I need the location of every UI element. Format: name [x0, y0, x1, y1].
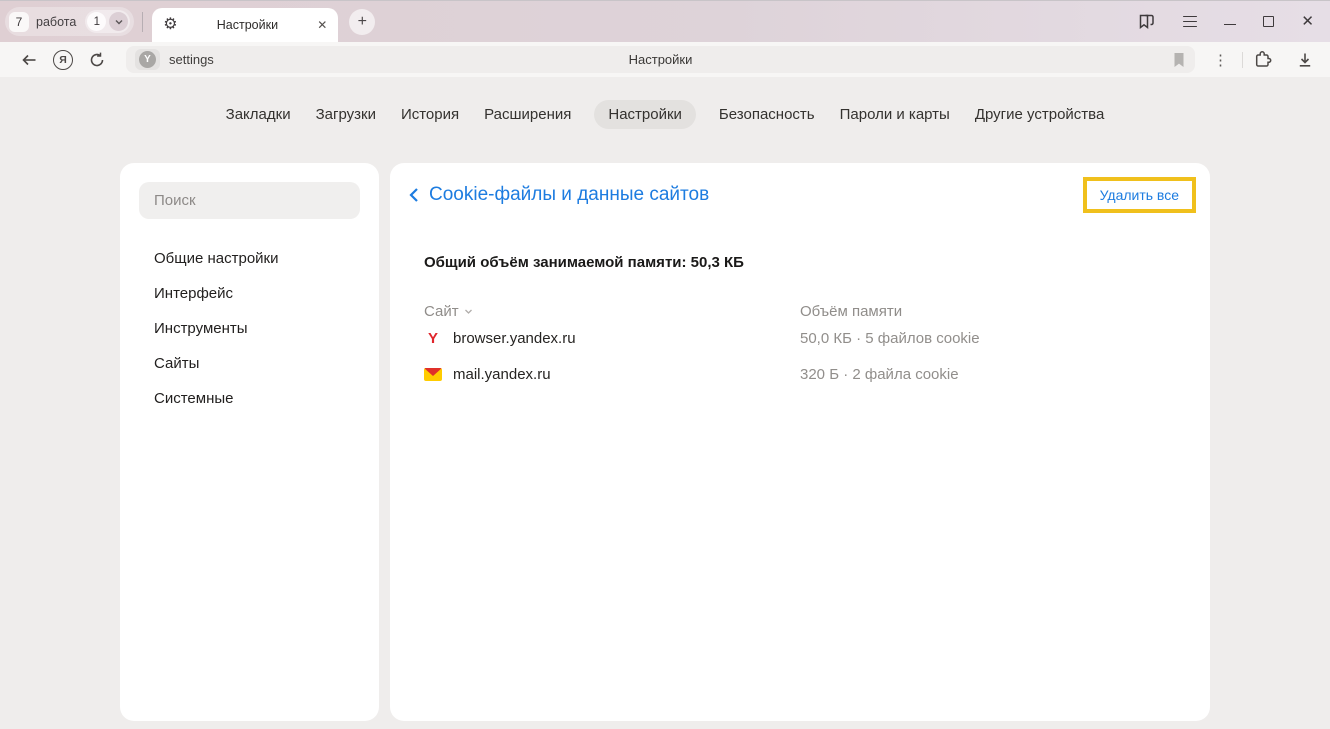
maximize-icon[interactable] — [1263, 16, 1274, 27]
nav-settings[interactable]: Настройки — [594, 100, 696, 129]
page-title-in-urlbar: Настройки — [126, 52, 1195, 67]
sidebar-item-system[interactable]: Системные — [120, 381, 379, 416]
back-icon[interactable] — [14, 51, 44, 69]
yandex-logo-icon[interactable]: Я — [53, 50, 73, 70]
site-identity-chip[interactable]: Y — [135, 49, 160, 70]
sidebar-item-tools[interactable]: Инструменты — [120, 311, 379, 346]
column-size: Объём памяти — [800, 303, 1176, 320]
bookmark-icon[interactable] — [1172, 52, 1186, 68]
delete-all-button[interactable]: Удалить все — [1083, 177, 1196, 213]
yandex-browser-favicon: Y — [424, 330, 442, 347]
tab-close-icon[interactable]: ✕ — [317, 18, 327, 32]
nav-passwords[interactable]: Пароли и карты — [838, 100, 952, 129]
menu-icon[interactable] — [1183, 16, 1197, 28]
cookies-panel: Cookie-файлы и данные сайтов Удалить все… — [390, 163, 1210, 721]
window-close-icon[interactable]: ✕ — [1301, 14, 1314, 29]
tab-group-count-badge: 1 — [87, 12, 106, 31]
search-input[interactable] — [139, 182, 360, 219]
settings-nav: Закладки Загрузки История Расширения Нас… — [0, 100, 1330, 129]
tab-group[interactable]: 7 работа 1 — [5, 7, 134, 36]
minimize-icon[interactable] — [1224, 24, 1236, 26]
chevron-down-icon[interactable] — [109, 12, 128, 31]
sidebar-item-interface[interactable]: Интерфейс — [120, 276, 379, 311]
site-size: 320 Б · 2 файла cookie — [800, 366, 1176, 383]
cookies-table: Сайт Объём памяти Y browser.yandex.ru 50… — [424, 303, 1176, 392]
downloads-icon[interactable] — [1296, 51, 1314, 69]
window-controls: ✕ — [1137, 12, 1314, 31]
column-site[interactable]: Сайт — [424, 303, 800, 320]
nav-history[interactable]: История — [399, 100, 461, 129]
tab-strip: 7 работа 1 ⚙ Настройки ✕ + — [0, 0, 1330, 42]
gear-icon: ⚙ — [163, 17, 177, 33]
total-memory-label: Общий объём занимаемой памяти: 50,3 КБ — [424, 254, 1210, 271]
tab-group-unread-badge: 7 — [9, 12, 29, 32]
nav-security[interactable]: Безопасность — [717, 100, 817, 129]
bookmarks-panel-icon[interactable] — [1137, 12, 1156, 31]
cookies-header: Cookie-файлы и данные сайтов Удалить все — [390, 163, 1210, 213]
nav-other-devices[interactable]: Другие устройства — [973, 100, 1106, 129]
site-favicon-icon: Y — [139, 51, 156, 68]
tab-title: Настройки — [178, 18, 318, 32]
address-bar[interactable]: Y settings Настройки — [126, 46, 1195, 73]
settings-sidebar: Общие настройки Интерфейс Инструменты Са… — [120, 163, 379, 721]
sidebar-list: Общие настройки Интерфейс Инструменты Са… — [120, 241, 379, 416]
toolbar: Я Y settings Настройки ⋮ — [0, 42, 1330, 77]
url-text[interactable]: settings — [169, 52, 214, 67]
table-header: Сайт Объём памяти — [424, 303, 1176, 320]
yandex-mail-favicon — [424, 368, 442, 381]
back-chevron-icon[interactable] — [408, 186, 420, 204]
sort-chevron-icon[interactable] — [464, 307, 473, 316]
settings-page: Закладки Загрузки История Расширения Нас… — [0, 77, 1330, 729]
sidebar-item-general[interactable]: Общие настройки — [120, 241, 379, 276]
toolbar-separator — [1242, 52, 1243, 68]
site-name: browser.yandex.ru — [453, 330, 576, 347]
tab-group-name: работа — [36, 15, 78, 29]
more-options-icon[interactable]: ⋮ — [1213, 51, 1228, 69]
reload-icon[interactable] — [82, 51, 112, 69]
tab-separator — [142, 12, 143, 32]
browser-window: 7 работа 1 ⚙ Настройки ✕ + — [0, 0, 1330, 729]
sidebar-item-sites[interactable]: Сайты — [120, 346, 379, 381]
nav-extensions[interactable]: Расширения — [482, 100, 573, 129]
site-name: mail.yandex.ru — [453, 366, 551, 383]
nav-downloads[interactable]: Загрузки — [314, 100, 378, 129]
table-row[interactable]: mail.yandex.ru 320 Б · 2 файла cookie — [424, 356, 1176, 392]
table-row[interactable]: Y browser.yandex.ru 50,0 КБ · 5 файлов c… — [424, 320, 1176, 356]
tab-group-counter[interactable]: 1 — [85, 10, 130, 33]
column-site-label: Сайт — [424, 303, 459, 320]
nav-bookmarks[interactable]: Закладки — [224, 100, 293, 129]
site-size: 50,0 КБ · 5 файлов cookie — [800, 330, 1176, 347]
extensions-icon[interactable] — [1253, 49, 1274, 70]
new-tab-button[interactable]: + — [349, 9, 375, 35]
tab-settings[interactable]: ⚙ Настройки ✕ — [152, 8, 338, 42]
page-title: Cookie-файлы и данные сайтов — [429, 184, 709, 206]
